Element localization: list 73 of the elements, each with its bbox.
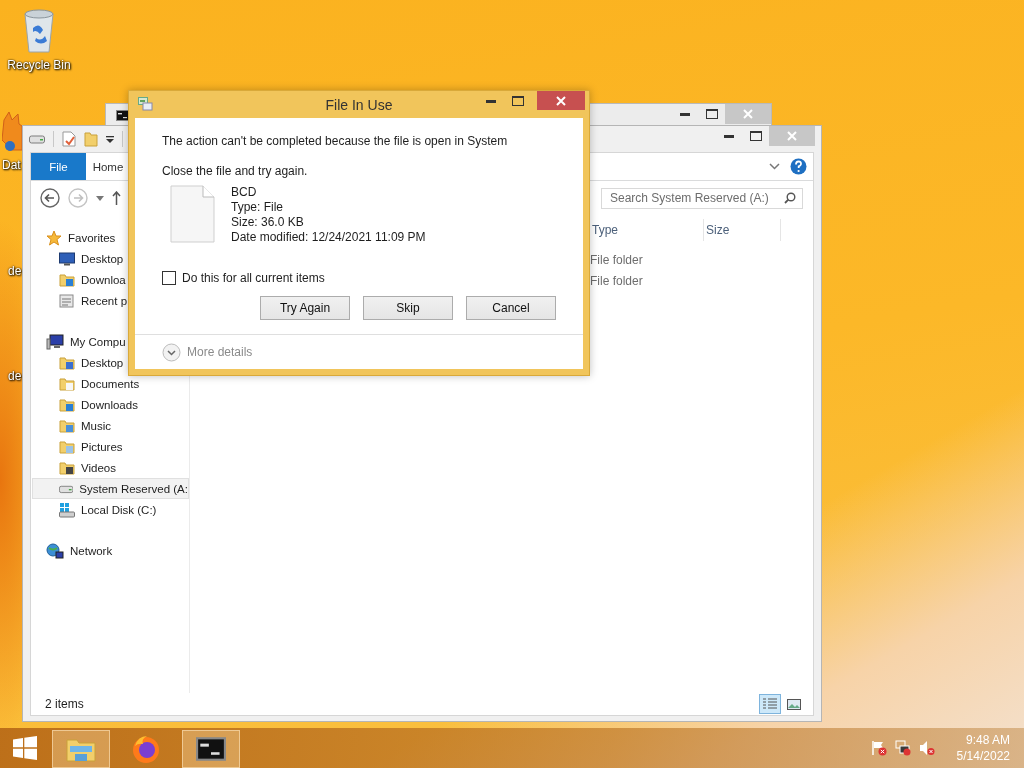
dropdown-icon[interactable]: [106, 135, 114, 143]
dialog-button[interactable]: Skip: [363, 296, 453, 320]
sidebar-item[interactable]: Favorites: [32, 227, 189, 248]
minimize-icon[interactable]: [679, 112, 690, 116]
maximize-icon[interactable]: [511, 96, 524, 106]
file-transfer-icon: [138, 97, 153, 111]
file-size: Size: 36.0 KB: [231, 215, 305, 230]
drive-icon: [29, 134, 45, 144]
sidebar-item[interactable]: Downloads: [32, 394, 189, 415]
speaker-muted-icon[interactable]: [918, 740, 935, 756]
sidebar-item[interactable]: Network: [32, 540, 189, 561]
maximize-icon[interactable]: [705, 109, 718, 119]
computer-icon: [46, 333, 64, 350]
star-icon: [46, 229, 62, 246]
drive-icon: [59, 483, 74, 494]
flag-icon[interactable]: [870, 740, 887, 756]
window-title: File In Use: [325, 97, 393, 113]
message-text: The action can't be completed because the file is open in System: [162, 133, 509, 150]
up-arrow-icon[interactable]: [112, 191, 121, 205]
close-icon[interactable]: [556, 95, 566, 106]
system-drive-icon: [59, 501, 75, 518]
search-field[interactable]: Search System Reserved (A:): [601, 187, 803, 209]
sidebar-item[interactable]: System Reserved (A:: [32, 478, 189, 499]
folder-icon: [59, 375, 75, 392]
file-type: Type: File: [231, 200, 285, 215]
search-icon: [784, 192, 796, 204]
chevron-down-icon[interactable]: [769, 163, 780, 170]
table-cell-text: File folder: [590, 273, 644, 288]
help-icon[interactable]: [790, 158, 807, 175]
sidebar-item[interactable]: Local Disk (C:): [32, 499, 189, 520]
folder-icon: [59, 396, 75, 413]
sidebar-item[interactable]: Documents: [32, 373, 189, 394]
browser-icon: [131, 734, 161, 764]
recycle-bin-icon: [22, 6, 56, 54]
folder-icon: [59, 271, 75, 288]
monitor-icon: [59, 251, 75, 266]
properties-icon[interactable]: [62, 131, 76, 147]
close-button[interactable]: [537, 91, 585, 110]
column-header[interactable]: Size: [704, 219, 781, 241]
folder-icon: [66, 736, 96, 762]
instruction-text: Close the file and try again.: [162, 163, 309, 180]
file-icon: [170, 185, 215, 243]
folder-icon: [59, 459, 75, 476]
status-text: 2 items: [45, 697, 84, 711]
folder-icon: [59, 354, 75, 371]
table-cell-text: File folder: [590, 252, 644, 267]
network-icon[interactable]: [894, 740, 911, 756]
windows-logo-icon: [13, 736, 37, 760]
back-icon[interactable]: [40, 188, 60, 208]
taskbar-app-button[interactable]: [182, 730, 240, 768]
checkbox[interactable]: [162, 271, 176, 285]
thumbnail-view-icon: [787, 698, 801, 710]
sidebar-item[interactable]: Videos: [32, 457, 189, 478]
sidebar-item[interactable]: Recent p: [32, 290, 189, 311]
recent-places-icon: [59, 292, 75, 309]
details-view-icon: [763, 698, 777, 710]
maximize-icon[interactable]: [749, 131, 762, 141]
console-icon: [196, 737, 226, 761]
dialog-button[interactable]: Try Again: [260, 296, 350, 320]
minimize-icon[interactable]: [723, 134, 734, 138]
sidebar-item[interactable]: Music: [32, 415, 189, 436]
chevron-down-icon: [162, 342, 181, 362]
network-icon: [46, 542, 64, 559]
ribbon-tab[interactable]: File: [31, 153, 86, 180]
checkbox-label[interactable]: Do this for all current items: [182, 271, 325, 285]
ribbon-tab[interactable]: Home: [86, 153, 130, 180]
sidebar-item[interactable]: Desktop: [32, 248, 189, 269]
sidebar-item[interactable]: Pictures: [32, 436, 189, 457]
file-name: BCD: [231, 185, 258, 200]
folder-icon: [59, 438, 75, 455]
dialog-button[interactable]: Cancel: [466, 296, 556, 320]
file-date: Date modified: 12/24/2021 11:09 PM: [231, 230, 426, 245]
folder-icon: [59, 417, 75, 434]
